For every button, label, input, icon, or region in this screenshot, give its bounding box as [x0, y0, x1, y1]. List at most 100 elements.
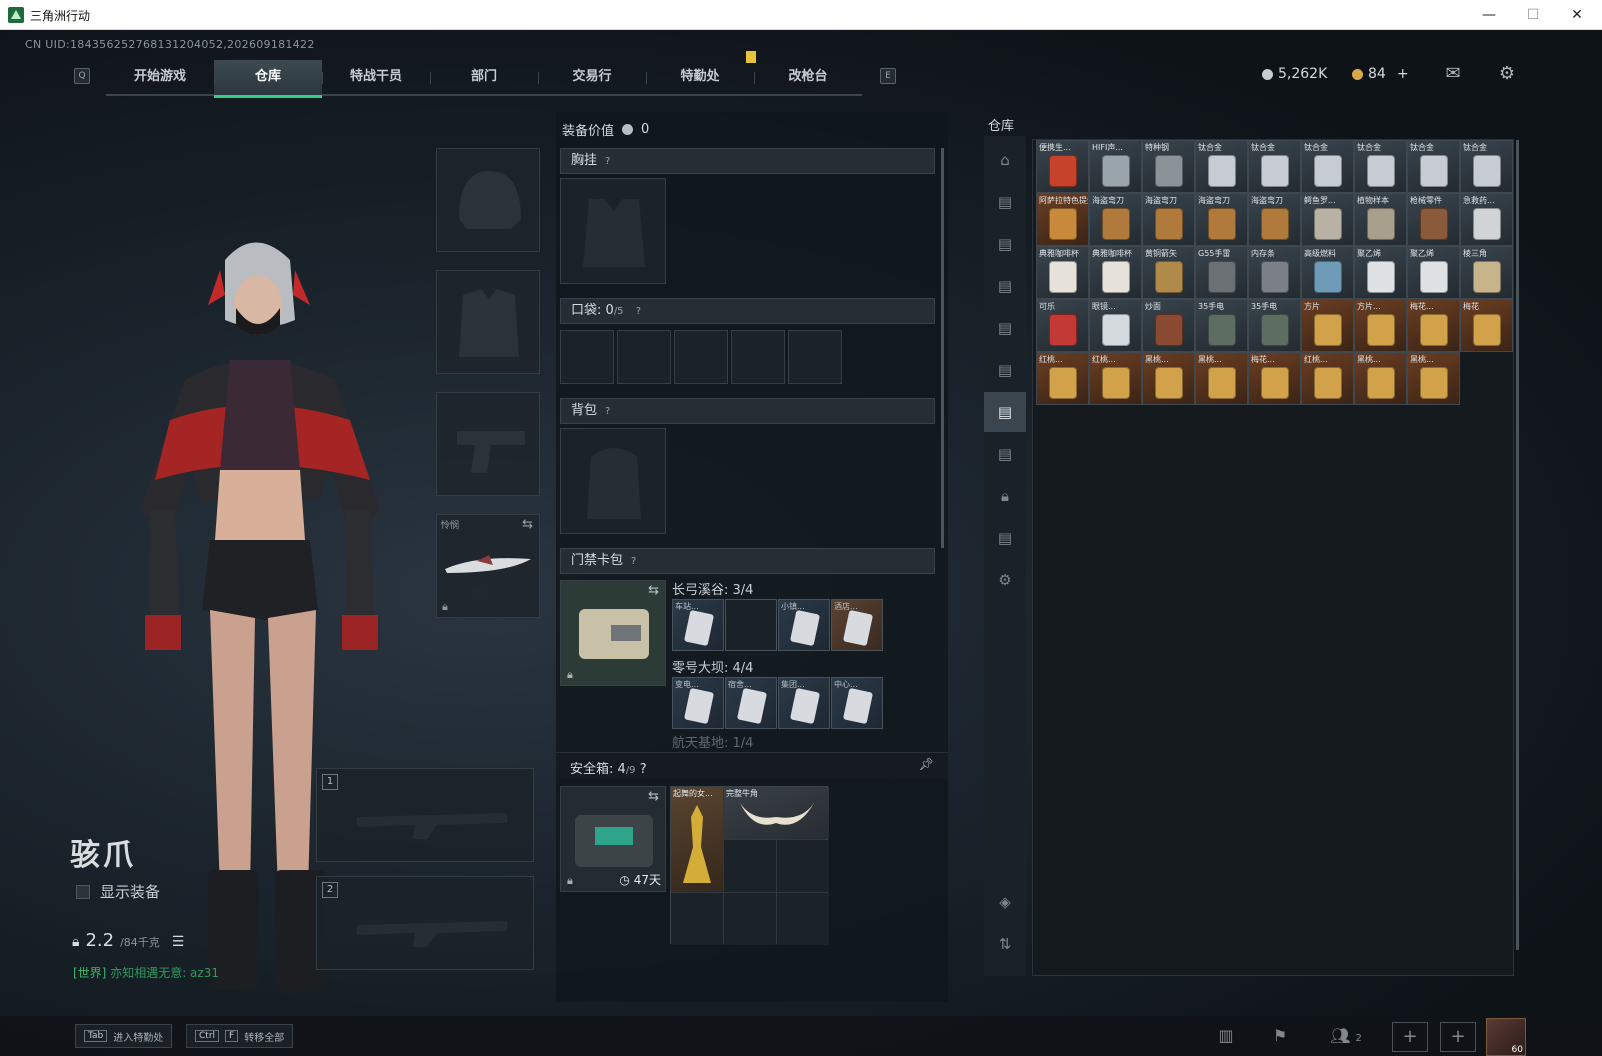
warehouse-item[interactable]: 典雅咖啡杯: [1036, 246, 1089, 299]
keycard-item[interactable]: 车站...: [672, 599, 724, 651]
close-button[interactable]: ✕: [1554, 0, 1600, 30]
warehouse-item[interactable]: 阿萨拉特色提灯: [1036, 193, 1089, 246]
warehouse-item[interactable]: 聚乙烯: [1407, 246, 1460, 299]
add-coins-button[interactable]: +: [1397, 66, 1409, 82]
warehouse-item[interactable]: 黑桃...: [1407, 352, 1460, 405]
minimize-button[interactable]: —: [1466, 0, 1512, 30]
weight-details-list-icon[interactable]: ☰: [172, 934, 185, 950]
chest-rig-slot[interactable]: [560, 178, 666, 284]
pocket-slot[interactable]: [788, 330, 842, 384]
swap-icon[interactable]: ⇆: [522, 517, 533, 532]
warehouse-home-icon[interactable]: ⌂: [984, 140, 1026, 180]
warehouse-item[interactable]: 特种钢: [1142, 140, 1195, 193]
keycard-case-slot[interactable]: ⇆ 🔒︎: [560, 580, 666, 686]
warehouse-item[interactable]: 钛合金: [1354, 140, 1407, 193]
keycard-item[interactable]: 宿舍...: [725, 677, 777, 729]
warehouse-item[interactable]: 方片: [1301, 299, 1354, 352]
pocket-slot[interactable]: [617, 330, 671, 384]
warehouse-item[interactable]: HIFI声...: [1089, 140, 1142, 193]
warehouse-item[interactable]: 便携生...: [1036, 140, 1089, 193]
warehouse-scrollbar[interactable]: [1516, 140, 1519, 950]
warehouse-settings-icon[interactable]: ⚙: [984, 560, 1026, 600]
warehouse-item[interactable]: 高级燃料: [1301, 246, 1354, 299]
warehouse-item[interactable]: 梅花...: [1407, 299, 1460, 352]
warehouse-layers-icon[interactable]: ◈: [984, 882, 1026, 922]
safe-box-empty-cell[interactable]: [777, 840, 829, 892]
helmet-slot[interactable]: [436, 148, 540, 252]
armor-slot[interactable]: [436, 270, 540, 374]
enter-special-ops-hint[interactable]: Tab 进入特勤处: [75, 1024, 173, 1048]
safe-item-bull-horn[interactable]: 完整牛角: [724, 787, 829, 839]
warehouse-tab-6-icon[interactable]: ▤: [984, 392, 1026, 432]
warehouse-item[interactable]: 钛合金: [1407, 140, 1460, 193]
coin-display[interactable]: 84 +: [1352, 66, 1409, 82]
pin-icon[interactable]: 📌︎: [919, 757, 934, 771]
keycard-item[interactable]: 中心...: [831, 677, 883, 729]
add-teammate-button-2[interactable]: +: [1440, 1022, 1476, 1052]
warehouse-item[interactable]: 黑桃...: [1142, 352, 1195, 405]
warehouse-item[interactable]: G55手雷: [1195, 246, 1248, 299]
warehouse-item[interactable]: 眼镜...: [1089, 299, 1142, 352]
flag-icon[interactable]: ⚑: [1270, 1026, 1290, 1046]
transfer-all-hint[interactable]: Ctrl F 转移全部: [186, 1024, 294, 1048]
safe-box-empty-cell[interactable]: [724, 893, 776, 945]
tab-gunsmith[interactable]: 改枪台: [754, 60, 862, 96]
keycard-help-icon[interactable]: ?: [631, 550, 636, 574]
tab-start-game[interactable]: 开始游戏: [106, 60, 214, 96]
warehouse-item[interactable]: 梅花...: [1248, 352, 1301, 405]
warehouse-item[interactable]: 红桃...: [1301, 352, 1354, 405]
show-equipment-checkbox[interactable]: [76, 884, 90, 899]
warehouse-item[interactable]: 可乐: [1036, 299, 1089, 352]
warehouse-tab-2-icon[interactable]: ▤: [984, 224, 1026, 264]
keycard-item[interactable]: 酒店...: [831, 599, 883, 651]
safe-box-slot[interactable]: ⇆ 🔒︎ ◷ 47天: [560, 786, 666, 892]
warehouse-item[interactable]: 聚乙烯: [1354, 246, 1407, 299]
swap-icon[interactable]: ⇆: [648, 583, 659, 598]
backpack-slot[interactable]: [560, 428, 666, 534]
pocket-slot[interactable]: [731, 330, 785, 384]
warehouse-item[interactable]: 典雅咖啡杯: [1089, 246, 1142, 299]
warehouse-item[interactable]: 35手电: [1248, 299, 1301, 352]
safe-item-dancer-statue[interactable]: 起舞的女...: [671, 787, 723, 892]
warehouse-item[interactable]: 钛合金: [1248, 140, 1301, 193]
warehouse-item[interactable]: 钛合金: [1195, 140, 1248, 193]
warehouse-item[interactable]: 梅花: [1460, 299, 1513, 352]
swap-icon[interactable]: ⇆: [648, 789, 659, 804]
player-avatar[interactable]: 60: [1486, 1018, 1526, 1056]
warehouse-item[interactable]: 植物样本: [1354, 193, 1407, 246]
pockets-help-icon[interactable]: ?: [636, 300, 641, 324]
primary-weapon-slot-1[interactable]: 1: [316, 768, 534, 862]
show-equipment-toggle[interactable]: 显示装备: [76, 881, 160, 902]
add-teammate-button-1[interactable]: +: [1392, 1022, 1428, 1052]
warehouse-item[interactable]: 黄铜箭矢: [1142, 246, 1195, 299]
tab-trading[interactable]: 交易行: [538, 60, 646, 96]
warehouse-item[interactable]: 红桃...: [1036, 352, 1089, 405]
warehouse-item[interactable]: 鳄鱼罗...: [1301, 193, 1354, 246]
warehouse-tab-3-icon[interactable]: ▤: [984, 266, 1026, 306]
tab-operators[interactable]: 特战干员: [322, 60, 430, 96]
safe-box-help-icon[interactable]: ?: [640, 762, 647, 777]
warehouse-item[interactable]: 黑桃...: [1195, 352, 1248, 405]
keycard-item[interactable]: 变电...: [672, 677, 724, 729]
warehouse-item[interactable]: 海盗弯刀: [1195, 193, 1248, 246]
keycard-empty-slot[interactable]: [725, 599, 777, 651]
warehouse-tab-8-icon[interactable]: ▤: [984, 518, 1026, 558]
safe-box-empty-cell[interactable]: [777, 893, 829, 945]
pocket-slot[interactable]: [560, 330, 614, 384]
warehouse-item[interactable]: 钛合金: [1301, 140, 1354, 193]
warehouse-tab-7-icon[interactable]: ▤: [984, 434, 1026, 474]
settings-gear-icon[interactable]: ⚙: [1496, 64, 1518, 84]
warehouse-item[interactable]: 海盗弯刀: [1248, 193, 1301, 246]
keycard-item[interactable]: 小镇...: [778, 599, 830, 651]
maximize-button[interactable]: ☐: [1510, 0, 1556, 30]
safe-box-empty-cell[interactable]: [724, 840, 776, 892]
melee-slot[interactable]: 怜悯 ⇆ 🔒︎: [436, 514, 540, 618]
warehouse-item[interactable]: 炒面: [1142, 299, 1195, 352]
tab-special-ops[interactable]: 特勤处: [646, 60, 754, 96]
keycard-item[interactable]: 集团...: [778, 677, 830, 729]
primary-weapon-slot-2[interactable]: 2: [316, 876, 534, 970]
warehouse-item[interactable]: 钛合金: [1460, 140, 1513, 193]
pocket-slot[interactable]: [674, 330, 728, 384]
warehouse-item[interactable]: 棱三角: [1460, 246, 1513, 299]
chest-rig-help-icon[interactable]: ?: [605, 150, 610, 174]
